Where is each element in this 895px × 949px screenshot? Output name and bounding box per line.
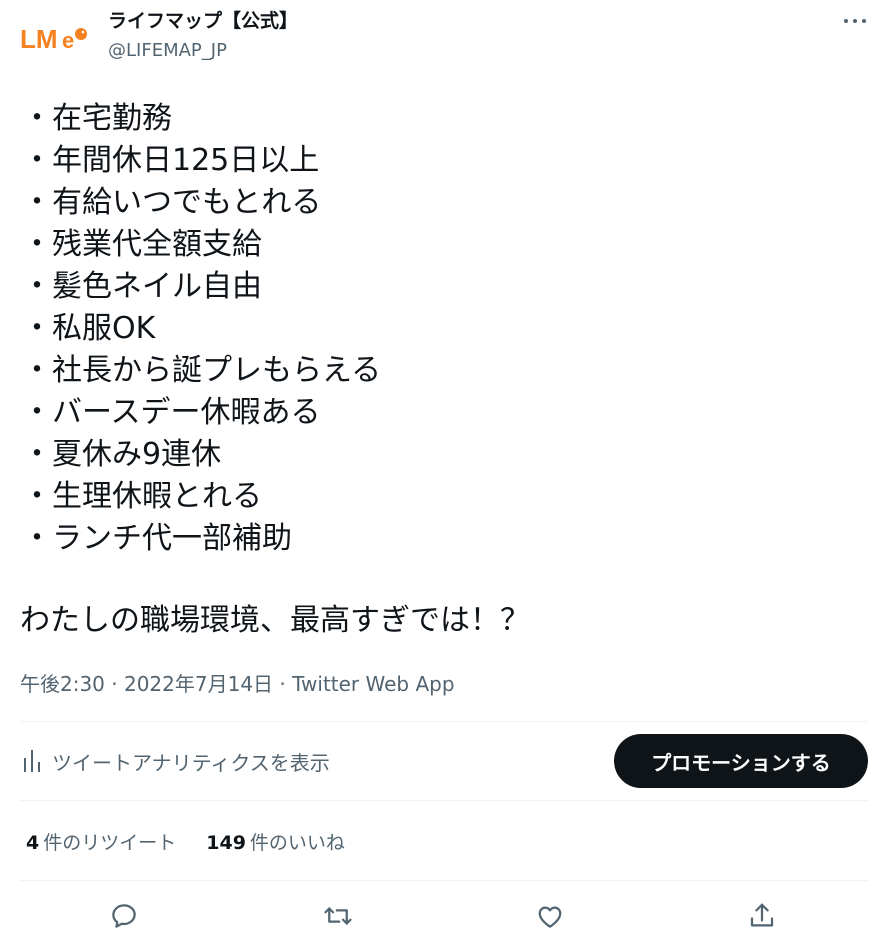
reply-button[interactable]	[104, 896, 144, 936]
retweet-icon	[324, 907, 352, 925]
reply-icon	[112, 904, 136, 928]
tweet-stats: 4 件のリツイート 149 件のいいね	[26, 828, 345, 855]
retweet-count-value: 4	[26, 832, 40, 854]
like-count-label: 件のいいね	[249, 832, 345, 854]
like-count[interactable]: 149 件のいいね	[206, 828, 345, 855]
tweet-timestamp[interactable]: 午後2:30 · 2022年7月14日 · Twitter Web App	[20, 668, 455, 697]
list-item: ・残業代全額支給	[22, 227, 262, 262]
analytics-label: ツイートアナリティクスを表示	[52, 750, 330, 775]
list-item: ・夏休み9連休	[22, 437, 222, 472]
account-handle[interactable]: @LIFEMAP_JP	[108, 40, 227, 61]
divider	[20, 721, 868, 722]
divider	[20, 800, 868, 801]
tweet-header: LM e ライフマップ【公式】 @LIFEMAP_JP	[0, 0, 895, 80]
retweet-button[interactable]	[318, 896, 358, 936]
analytics-link[interactable]: ツイートアナリティクスを表示	[22, 746, 330, 776]
list-item: ・社長から誕プレもらえる	[22, 353, 382, 388]
list-item: ・私服OK	[22, 311, 156, 346]
list-item: ・年間休日125日以上	[22, 143, 320, 178]
svg-text:LM: LM	[20, 24, 58, 54]
share-icon	[750, 903, 774, 927]
like-icon	[538, 906, 562, 928]
tweet-text: ・在宅勤務 ・年間休日125日以上 ・有給いつでもとれる ・残業代全額支給 ・髪…	[22, 98, 882, 560]
display-name[interactable]: ライフマップ【公式】	[108, 6, 298, 33]
list-item: ・バースデー休暇ある	[22, 395, 321, 430]
svg-text:e: e	[62, 28, 74, 53]
list-item: ・髪色ネイル自由	[22, 269, 262, 304]
retweet-count-label: 件のリツイート	[43, 832, 177, 854]
analytics-icon	[24, 750, 40, 772]
tweet-closing-line: わたしの職場環境、最高すぎでは！？	[20, 603, 530, 638]
more-icon[interactable]	[837, 8, 873, 34]
like-count-value: 149	[206, 832, 246, 854]
lifemap-logo: LM e	[20, 24, 87, 54]
promote-button[interactable]: プロモーションする	[614, 734, 868, 788]
avatar[interactable]: LM e	[18, 18, 90, 58]
list-item: ・有給いつでもとれる	[22, 185, 322, 220]
divider	[20, 880, 868, 881]
list-item: ・在宅勤務	[22, 101, 172, 136]
list-item: ・ランチ代一部補助	[22, 521, 292, 556]
share-button[interactable]	[742, 896, 782, 936]
like-button[interactable]	[530, 896, 570, 936]
list-item: ・生理休暇とれる	[22, 479, 262, 514]
retweet-count[interactable]: 4 件のリツイート	[26, 828, 176, 855]
